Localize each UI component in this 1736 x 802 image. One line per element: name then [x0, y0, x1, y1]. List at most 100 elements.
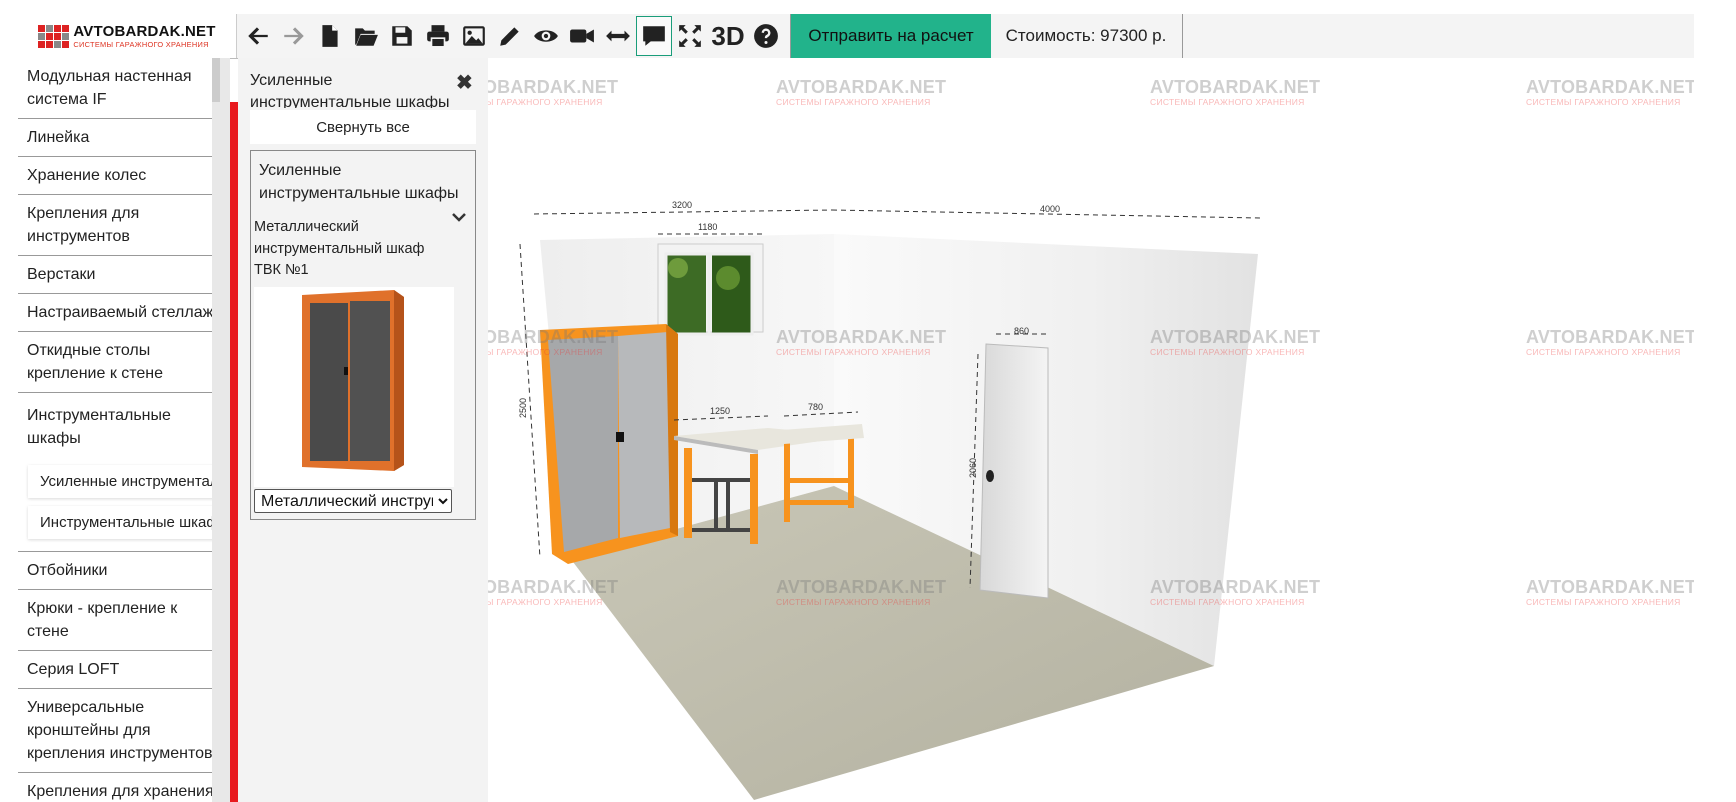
- watermark: AVTOBARDAK.NETСИСТЕМЫ ГАРАЖНОГО ХРАНЕНИЯ: [1150, 578, 1320, 607]
- watermark-tagline: СИСТЕМЫ ГАРАЖНОГО ХРАНЕНИЯ: [1526, 597, 1681, 607]
- panel-title: Усиленные инструментальные шкафы: [250, 72, 450, 108]
- dim-door-height: 2060: [968, 458, 978, 478]
- save-icon[interactable]: [384, 16, 420, 56]
- arrow-left-icon[interactable]: [240, 16, 276, 56]
- watermark: AVTOBARDAK.NETСИСТЕМЫ ГАРАЖНОГО ХРАНЕНИЯ: [1150, 328, 1320, 357]
- category-title: Усиленные инструментальные шкафы: [259, 162, 459, 202]
- sidebar-item-tool-mounts[interactable]: Крепления для инструментов: [18, 195, 230, 256]
- watermark-name: AVTOBARDAK.NET: [488, 77, 619, 97]
- sidebar-item-folding-tables[interactable]: Откидные столы крепление к стене: [18, 332, 230, 393]
- dim-side-wall: 4000: [1040, 204, 1060, 214]
- sidebar-item-tool-cabinets[interactable]: Инструментальные шкафы: [18, 397, 230, 457]
- sidebar-item-ruler[interactable]: Линейка: [18, 119, 230, 157]
- sidebar-item-wheel-storage[interactable]: Хранение колес: [18, 157, 230, 195]
- image-icon[interactable]: [456, 16, 492, 56]
- watermark-name: AVTOBARDAK.NET: [1526, 577, 1694, 597]
- right-margin: [1694, 58, 1736, 802]
- watermark: AVTOBARDAK.NETСИСТЕМЫ ГАРАЖНОГО ХРАНЕНИЯ: [488, 78, 618, 107]
- watermark-name: AVTOBARDAK.NET: [1150, 327, 1321, 347]
- 3d-viewport[interactable]: 3200 4000 1180 2500 860 2060 1250 780 AV…: [488, 58, 1694, 802]
- watermark-tagline: СИСТЕМЫ ГАРАЖНОГО ХРАНЕНИЯ: [776, 597, 931, 607]
- open-folder-icon[interactable]: [348, 16, 384, 56]
- watermark-tagline: СИСТЕМЫ ГАРАЖНОГО ХРАНЕНИЯ: [776, 97, 931, 107]
- top-header: AVTOBARDAK.NET СИСТЕМЫ ГАРАЖНОГО ХРАНЕНИ…: [18, 14, 1694, 59]
- product-thumbnail[interactable]: [254, 287, 454, 487]
- watermark-tagline: СИСТЕМЫ ГАРАЖНОГО ХРАНЕНИЯ: [488, 597, 603, 607]
- watermark-tagline: СИСТЕМЫ ГАРАЖНОГО ХРАНЕНИЯ: [488, 347, 603, 357]
- fullscreen-icon[interactable]: [672, 16, 708, 56]
- cost-display: Стоимость: 97300 р.: [990, 14, 1183, 58]
- comment-icon[interactable]: [636, 16, 672, 56]
- watermark-name: AVTOBARDAK.NET: [488, 327, 619, 347]
- dim-shelf: 780: [808, 402, 823, 412]
- logo-name: AVTOBARDAK.NET: [73, 22, 216, 40]
- resize-icon[interactable]: [600, 16, 636, 56]
- watermark: AVTOBARDAK.NETСИСТЕМЫ ГАРАЖНОГО ХРАНЕНИЯ: [776, 78, 946, 107]
- sidebar-subitem-tool-cabinets[interactable]: Инструментальные шкафы: [28, 506, 222, 539]
- watermark: AVTOBARDAK.NETСИСТЕМЫ ГАРАЖНОГО ХРАНЕНИЯ: [488, 328, 618, 357]
- sidebar-scrollbar[interactable]: [212, 58, 230, 802]
- watermark: AVTOBARDAK.NETСИСТЕМЫ ГАРАЖНОГО ХРАНЕНИЯ: [776, 328, 946, 357]
- help-icon[interactable]: [748, 16, 784, 56]
- window: [657, 243, 764, 336]
- brand-logo[interactable]: AVTOBARDAK.NET СИСТЕМЫ ГАРАЖНОГО ХРАНЕНИ…: [18, 14, 237, 58]
- dim-window: 1180: [698, 222, 717, 232]
- close-icon[interactable]: ✖: [456, 70, 473, 95]
- sidebar-item-label: Хранение колес: [27, 167, 147, 184]
- print-icon[interactable]: [420, 16, 456, 56]
- camera-icon[interactable]: [564, 16, 600, 56]
- sidebar-item-label: Крепления для хранения: [27, 783, 214, 800]
- sidebar-item-hooks[interactable]: Крюки - крепление к стене: [18, 590, 230, 651]
- watermark-name: AVTOBARDAK.NET: [1150, 77, 1321, 97]
- product-category-box: Усиленные инструментальные шкафы Металли…: [250, 150, 476, 520]
- sidebar-item-label: Линейка: [27, 129, 90, 146]
- logo-mark-icon: [38, 24, 70, 48]
- garage-scene[interactable]: 3200 4000 1180 2500 860 2060 1250 780: [488, 58, 1694, 802]
- tool-cabinet-model: [540, 324, 678, 564]
- sidebar-item-workbenches[interactable]: Верстаки: [18, 256, 230, 294]
- pencil-icon[interactable]: [492, 16, 528, 56]
- sidebar-item-label: Модульная настенная система IF: [27, 68, 192, 108]
- watermark-tagline: СИСТЕМЫ ГАРАЖНОГО ХРАНЕНИЯ: [1150, 97, 1305, 107]
- sidebar-item-custom-rack[interactable]: Настраиваемый стеллаж: [18, 294, 230, 332]
- sidebar-scrollbar-thumb[interactable]: [212, 58, 220, 102]
- sidebar-item-label: Крюки - крепление к стене: [27, 600, 178, 640]
- door: [979, 343, 1049, 599]
- sidebar-item-universal-brackets[interactable]: Универсальные кронштейны для крепления и…: [18, 689, 230, 773]
- eye-icon[interactable]: [528, 16, 564, 56]
- sidebar-item-modular-system[interactable]: Модульная настенная система IF: [18, 58, 230, 119]
- dim-back-wall: 3200: [672, 200, 692, 210]
- sidebar-item-label: Универсальные кронштейны для крепления и…: [27, 699, 213, 762]
- send-for-calculation-button[interactable]: Отправить на расчет: [790, 14, 991, 58]
- watermark: AVTOBARDAK.NETСИСТЕМЫ ГАРАЖНОГО ХРАНЕНИЯ: [1526, 578, 1694, 607]
- collapse-all-button[interactable]: Свернуть все: [250, 110, 476, 144]
- logo-tagline: СИСТЕМЫ ГАРАЖНОГО ХРАНЕНИЯ: [73, 39, 209, 49]
- sidebar-item-label: Отбойники: [27, 562, 108, 579]
- watermark-name: AVTOBARDAK.NET: [1526, 327, 1694, 347]
- watermark: AVTOBARDAK.NETСИСТЕМЫ ГАРАЖНОГО ХРАНЕНИЯ: [1150, 78, 1320, 107]
- sidebar-item-bumpers[interactable]: Отбойники: [18, 552, 230, 590]
- dim-workbench: 1250: [710, 406, 730, 416]
- dim-door: 860: [1014, 326, 1029, 336]
- chevron-down-icon[interactable]: [451, 211, 467, 225]
- product-select[interactable]: Металлический инструментальный шкаф ТВК …: [254, 489, 452, 513]
- watermark-name: AVTOBARDAK.NET: [1150, 577, 1321, 597]
- watermark: AVTOBARDAK.NETСИСТЕМЫ ГАРАЖНОГО ХРАНЕНИЯ: [1526, 78, 1694, 107]
- category-sidebar: Модульная настенная система IF Линейка Х…: [18, 58, 230, 802]
- watermark-tagline: СИСТЕМЫ ГАРАЖНОГО ХРАНЕНИЯ: [1526, 97, 1681, 107]
- watermark-tagline: СИСТЕМЫ ГАРАЖНОГО ХРАНЕНИЯ: [776, 347, 931, 357]
- watermark: AVTOBARDAK.NETСИСТЕМЫ ГАРАЖНОГО ХРАНЕНИЯ: [488, 578, 618, 607]
- watermark-tagline: СИСТЕМЫ ГАРАЖНОГО ХРАНЕНИЯ: [488, 97, 603, 107]
- sidebar-group-tool-cabinets: Инструментальные шкафы Усиленные инструм…: [18, 393, 230, 552]
- sidebar-item-storage-mounts[interactable]: Крепления для хранения: [18, 773, 230, 802]
- new-file-icon[interactable]: [312, 16, 348, 56]
- arrow-right-icon[interactable]: [276, 16, 312, 56]
- sidebar-subitem-reinforced-cabinets[interactable]: Усиленные инструментальные шкафы: [28, 465, 222, 498]
- sidebar-item-label: Крепления для инструментов: [27, 205, 140, 245]
- watermark-name: AVTOBARDAK.NET: [776, 77, 947, 97]
- sidebar-item-label: Настраиваемый стеллаж: [27, 304, 214, 321]
- sidebar-item-label: Верстаки: [27, 266, 96, 283]
- sidebar-item-loft-series[interactable]: Серия LOFT: [18, 651, 230, 689]
- 3d-button[interactable]: 3D: [708, 16, 748, 56]
- toolbar: 3D: [240, 14, 784, 58]
